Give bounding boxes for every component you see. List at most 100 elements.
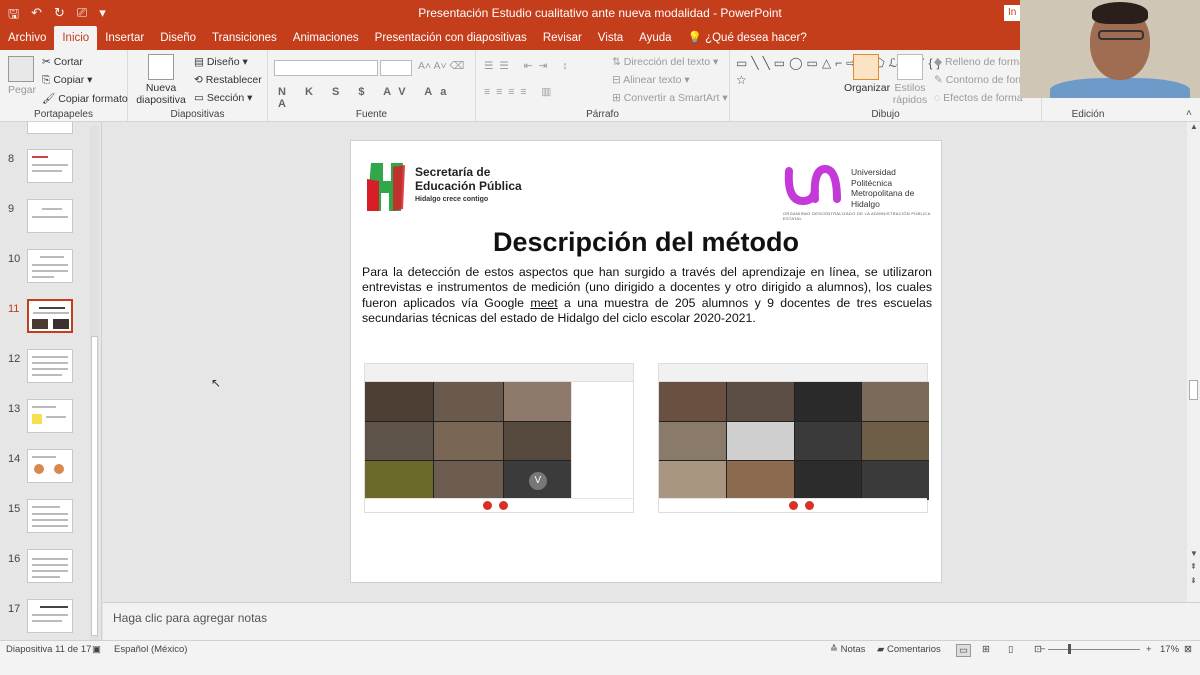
smartart-button[interactable]: ⊞ Convertir a SmartArt ▾ (612, 92, 728, 104)
tab-transiciones[interactable]: Transiciones (204, 26, 285, 50)
slide-thumbnail-image (27, 349, 73, 383)
meet-chat-panel (571, 382, 633, 498)
copy-icon: ⎘ (42, 74, 54, 86)
quick-styles-button[interactable]: Estilos rápidos (890, 54, 930, 106)
slide-thumbnail[interactable]: 15 (0, 499, 100, 539)
slide-thumbnail[interactable]: 13 (0, 399, 100, 439)
reset-icon: ⟲ (194, 74, 206, 86)
fit-slide-icon[interactable]: ⊠ (1184, 644, 1192, 655)
mic-off-icon (499, 501, 508, 510)
group-label: Edición (1071, 109, 1105, 120)
next-slide-icon[interactable]: ⇟ (1190, 576, 1197, 585)
tell-me-search[interactable]: 💡 ¿Qué desea hacer? (680, 26, 815, 50)
shapes-gallery[interactable]: ▭╲╲▭◯▭△⌐⇨⇩⬠ℒ╲⌒{}☆ (736, 55, 941, 89)
video-grid: V (365, 382, 572, 500)
language-indicator[interactable]: Español (México) (114, 644, 187, 655)
zoom-in-button[interactable]: + (1146, 644, 1152, 655)
zoom-level[interactable]: 17% (1160, 644, 1179, 655)
slide-number: 12 (8, 353, 21, 365)
slide-sorter-icon[interactable]: ⊞ (982, 644, 990, 655)
zoom-slider-thumb[interactable] (1068, 644, 1071, 654)
align-text-icon: ⊟ (612, 74, 624, 86)
scroll-up-icon[interactable]: ▲ (1190, 122, 1198, 131)
tab-animaciones[interactable]: Animaciones (285, 26, 367, 50)
notes-icon: ≙ (830, 644, 841, 655)
slide-title[interactable]: Descripción del método (351, 227, 941, 258)
thumbnail-scrollbar[interactable] (90, 126, 99, 640)
tab-presentacion[interactable]: Presentación con diapositivas (367, 26, 535, 50)
zoom-out-button[interactable]: − (1040, 644, 1046, 655)
normal-view-icon[interactable]: ▭ (956, 644, 971, 657)
font-family-combo[interactable] (274, 60, 378, 76)
align-buttons[interactable]: ≡≡≡≡ ▥ (484, 86, 557, 98)
arrange-button[interactable]: Organizar (844, 54, 890, 94)
tab-insertar[interactable]: Insertar (97, 26, 152, 50)
text-direction-button[interactable]: ⇅ Dirección del texto ▾ (612, 56, 718, 68)
cut-button[interactable]: ✂ Cortar (42, 56, 83, 68)
slide-thumbnail[interactable]: 14 (0, 449, 100, 489)
group-label: Fuente (355, 109, 388, 120)
spellcheck-icon[interactable]: ▣ (92, 644, 101, 655)
shape-effects-button[interactable]: ◌ Efectos de forma (934, 92, 1023, 104)
slide-thumbnail[interactable]: 16 (0, 549, 100, 589)
copy-button[interactable]: ⎘ Copiar ▾ (42, 74, 92, 87)
shape-outline-button[interactable]: ✎ Contorno de forma (934, 74, 1033, 86)
slide-counter: Diapositiva 11 de 17 (6, 644, 92, 655)
meet-screenshot-students[interactable] (658, 363, 929, 513)
paste-button[interactable]: Pegar (8, 56, 36, 96)
reading-view-icon[interactable]: ▯ (1008, 644, 1013, 655)
slide-number: 14 (8, 453, 21, 465)
slide-body-text[interactable]: Para la detección de estos aspectos que … (362, 265, 932, 327)
tab-ayuda[interactable]: Ayuda (631, 26, 679, 50)
presenter-hair (1092, 2, 1148, 24)
scissors-icon: ✂ (42, 56, 54, 68)
scrollbar-thumb[interactable] (91, 336, 98, 636)
tab-inicio[interactable]: Inicio (54, 26, 98, 50)
prev-slide-icon[interactable]: ⇞ (1190, 562, 1197, 571)
scroll-down-icon[interactable]: ▼ (1190, 549, 1198, 558)
tab-revisar[interactable]: Revisar (535, 26, 590, 50)
font-format-buttons[interactable]: N K S $ AV Aa A (278, 86, 475, 110)
notes-pane[interactable]: Haga clic para agregar notas (103, 602, 1200, 640)
align-text-button[interactable]: ⊟ Alinear texto ▾ (612, 74, 690, 86)
slide[interactable]: Secretaría de Educación Pública Hidalgo … (350, 140, 942, 583)
list-buttons[interactable]: ☰☰ ⇤⇥ ↕ (484, 60, 574, 72)
grow-font-icon[interactable]: A˄ A˅ ⌫ (418, 60, 464, 72)
hang-up-icon (483, 501, 492, 510)
new-slide-button[interactable]: Nueva diapositiva (136, 54, 186, 106)
meet-screenshot-teachers[interactable]: V (364, 363, 634, 513)
section-button[interactable]: ▭ Sección ▾ (194, 92, 252, 104)
shape-fill-button[interactable]: ◆ Relleno de forma (934, 56, 1025, 68)
thumbnail-partial (27, 122, 73, 134)
format-painter-button[interactable]: 🖌 Copiar formato (42, 92, 128, 105)
slide-thumbnail-image (27, 399, 73, 433)
notes-toggle[interactable]: ≙ Notas (830, 644, 865, 655)
font-size-combo[interactable] (380, 60, 412, 76)
zoom-slider[interactable] (1048, 644, 1140, 654)
group-dibujo: ▭╲╲▭◯▭△⌐⇨⇩⬠ℒ╲⌒{}☆ Organizar Estilos rápi… (730, 50, 1042, 122)
collapse-ribbon-icon[interactable]: ˄ (1186, 108, 1192, 119)
slide-thumbnail[interactable]: 12 (0, 349, 100, 389)
slide-number: 13 (8, 403, 21, 415)
scrollbar-thumb[interactable] (1189, 380, 1198, 400)
slide-thumbnail[interactable]: 8 (0, 149, 100, 189)
comments-toggle[interactable]: ▰ Comentarios (877, 644, 941, 655)
text-direction-icon: ⇅ (612, 56, 624, 68)
slide-thumbnail[interactable]: 17 (0, 599, 100, 639)
tab-archivo[interactable]: Archivo (0, 26, 54, 50)
upmh-logo-subtitle: ORGANISMO DESCENTRALIZADO DE LA ADMINIST… (783, 211, 931, 221)
mouse-cursor-icon: ↖ (211, 376, 222, 390)
layout-button[interactable]: ▤ Diseño ▾ (194, 56, 248, 68)
presenter-glasses (1098, 30, 1144, 40)
reset-button[interactable]: ⟲ Restablecer (194, 74, 262, 86)
tab-vista[interactable]: Vista (590, 26, 631, 50)
slide-thumbnail[interactable]: 9 (0, 199, 100, 239)
slide-thumbnail-selected[interactable]: 11 (0, 299, 100, 339)
tab-diseno[interactable]: Diseño (152, 26, 204, 50)
editor-scrollbar[interactable]: ▲ ▼ ⇞ ⇟ (1187, 122, 1200, 602)
clipboard-icon (8, 56, 34, 82)
group-label: Portapapeles (34, 109, 93, 120)
slide-thumbnail[interactable]: 10 (0, 249, 100, 289)
notes-placeholder[interactable]: Haga clic para agregar notas (113, 611, 267, 625)
mic-off-icon (805, 501, 814, 510)
